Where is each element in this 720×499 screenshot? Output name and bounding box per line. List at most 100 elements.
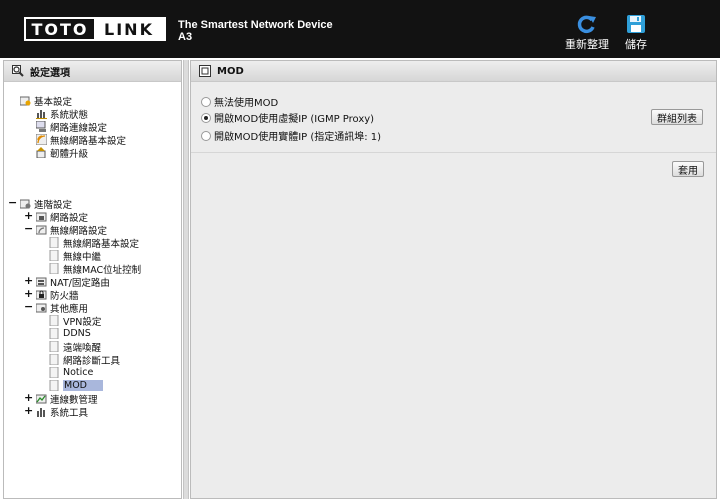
- tree-item-label: 韌體升級: [50, 148, 89, 160]
- tree-item-wake-on-lan[interactable]: 遠端喚醒: [49, 340, 102, 354]
- radio-mod-disabled[interactable]: [201, 96, 211, 107]
- tree-item-notice[interactable]: Notice: [49, 366, 93, 379]
- tree-group-system-tools[interactable]: 系統工具: [36, 405, 89, 419]
- expand-toggle[interactable]: +: [24, 391, 33, 404]
- apps-folder-icon: [35, 302, 47, 313]
- option-label: 開啟MOD使用虛擬IP (IGMP Proxy): [214, 114, 375, 125]
- save-icon: [627, 15, 645, 33]
- page-icon: [49, 249, 60, 262]
- logo-left-text: TOTO: [26, 19, 94, 39]
- tree-item-label: 網路診斷工具: [63, 355, 121, 367]
- wireless-icon: [35, 133, 48, 146]
- tree-basic-settings[interactable]: 基本設定: [19, 94, 73, 108]
- refresh-label: 重新整理: [565, 38, 609, 51]
- chart-folder-icon: [35, 393, 47, 404]
- tree-group-network-settings[interactable]: 網路設定: [35, 210, 89, 224]
- tree-basic-label: 基本設定: [34, 96, 73, 108]
- tree-advanced-label: 進階設定: [34, 199, 73, 211]
- folder-gear-icon: [19, 198, 31, 209]
- page-icon: [49, 314, 60, 327]
- logo-right-text: LINK: [94, 19, 164, 39]
- tree-group-label: 連線數管理: [50, 394, 98, 406]
- totolink-logo: TOTO LINK: [24, 17, 166, 41]
- tree-item-label: 系統狀態: [50, 109, 89, 121]
- model-name: A3: [178, 31, 193, 43]
- collapse-toggle[interactable]: −: [24, 222, 33, 235]
- nat-folder-icon: [35, 276, 47, 287]
- folder-gear-icon: [19, 95, 31, 106]
- tree-group-nat-routing[interactable]: NAT/固定路由: [35, 275, 110, 289]
- expand-toggle[interactable]: +: [24, 287, 33, 300]
- tree-group-label: 系統工具: [50, 407, 89, 419]
- lock-folder-icon: [35, 289, 47, 300]
- page-icon: [49, 327, 60, 340]
- tree-item-label: 無線網路基本設定: [63, 238, 140, 250]
- tree-item-diagnostics[interactable]: 網路診斷工具: [49, 353, 121, 367]
- tree-group-other-apps[interactable]: 其他應用: [35, 301, 89, 315]
- option-mod-igmp-proxy[interactable]: 開啟MOD使用虛擬IP (IGMP Proxy): [201, 110, 374, 125]
- bar-chart-icon: [36, 406, 47, 417]
- tree-item-label-selected: MOD: [63, 380, 103, 391]
- apply-button[interactable]: 套用: [672, 161, 704, 177]
- page-icon: [49, 262, 60, 275]
- tree-group-label: NAT/固定路由: [50, 277, 110, 289]
- tree-group-firewall[interactable]: 防火牆: [35, 288, 79, 302]
- group-list-button[interactable]: 群組列表: [651, 109, 703, 125]
- magnifier-icon: [12, 65, 24, 77]
- expand-toggle[interactable]: +: [24, 209, 33, 222]
- save-button[interactable]: 儲存: [608, 14, 664, 52]
- radio-mod-public-ip[interactable]: [201, 130, 211, 141]
- tree-item-label: 網路連線設定: [50, 122, 108, 134]
- expand-toggle[interactable]: +: [24, 404, 33, 417]
- network-folder-icon: [35, 211, 47, 222]
- page-icon: [49, 236, 60, 249]
- tree-group-label: 防火牆: [50, 290, 79, 302]
- tree-item-label: 無線網路基本設定: [50, 135, 127, 147]
- main-panel: MOD 無法使用MOD 開啟MOD使用虛擬IP (IGMP Proxy) 開啟M…: [190, 60, 717, 499]
- expand-toggle[interactable]: +: [24, 274, 33, 287]
- tree-item-ddns[interactable]: DDNS: [49, 327, 91, 340]
- tree-item-label: 無線MAC位址控制: [63, 264, 142, 276]
- tree-item-label: 遠端喚醒: [63, 342, 102, 354]
- tree-item-wireless-mac-control[interactable]: 無線MAC位址控制: [49, 262, 142, 276]
- main-header: MOD: [191, 61, 716, 82]
- tree-item-vpn[interactable]: VPN設定: [49, 314, 102, 328]
- collapse-toggle[interactable]: −: [24, 300, 33, 313]
- tree-item-wireless-basic-2[interactable]: 無線網路基本設定: [49, 236, 140, 250]
- tree-group-label: 網路設定: [50, 212, 89, 224]
- radio-mod-igmp-proxy[interactable]: [201, 112, 211, 123]
- refresh-button[interactable]: 重新整理: [559, 14, 615, 52]
- collapse-advanced-toggle[interactable]: −: [8, 196, 17, 209]
- tree-item-label: DDNS: [63, 328, 91, 339]
- tree-item-firmware-upgrade[interactable]: 韌體升級: [36, 146, 89, 160]
- option-mod-disabled[interactable]: 無法使用MOD: [201, 94, 278, 109]
- refresh-icon: [577, 15, 596, 34]
- tree-item-network-connection[interactable]: 網路連線設定: [35, 120, 108, 134]
- tree-group-wireless-settings[interactable]: 無線網路設定: [35, 223, 108, 237]
- page-icon: [49, 340, 60, 353]
- sidebar: 設定選項 基本設定 系統狀態 網路連線設定 無線網路基本設定 韌體升級 − 進階…: [3, 60, 182, 499]
- page-title: MOD: [217, 65, 244, 77]
- panel-splitter[interactable]: [183, 60, 189, 499]
- sidebar-title: 設定選項: [30, 67, 70, 79]
- tree-item-system-status[interactable]: 系統狀態: [36, 107, 89, 121]
- tree-group-label: 其他應用: [50, 303, 89, 315]
- wireless-folder-icon: [35, 224, 47, 235]
- network-icon: [35, 120, 47, 132]
- option-label: 開啟MOD使用實體IP (指定通訊埠: 1): [214, 132, 382, 143]
- tree-item-mod[interactable]: MOD: [49, 379, 103, 392]
- upgrade-icon: [36, 147, 47, 159]
- tree-item-label: VPN設定: [63, 316, 102, 328]
- bar-chart-icon: [36, 108, 47, 119]
- product-tagline: The Smartest Network Device A3: [178, 19, 333, 43]
- tree-item-wireless-basic[interactable]: 無線網路基本設定: [35, 133, 127, 147]
- option-label: 無法使用MOD: [214, 98, 279, 109]
- tree-item-wireless-repeater[interactable]: 無線中繼: [49, 249, 101, 263]
- divider-line: [191, 152, 716, 153]
- save-label: 儲存: [625, 38, 647, 51]
- page-icon: [49, 366, 60, 379]
- tree-group-label: 無線網路設定: [50, 225, 108, 237]
- tree-group-connection-management[interactable]: 連線數管理: [35, 392, 98, 406]
- option-mod-public-ip[interactable]: 開啟MOD使用實體IP (指定通訊埠: 1): [201, 128, 381, 143]
- header-bar: TOTO LINK The Smartest Network Device A3…: [0, 0, 720, 58]
